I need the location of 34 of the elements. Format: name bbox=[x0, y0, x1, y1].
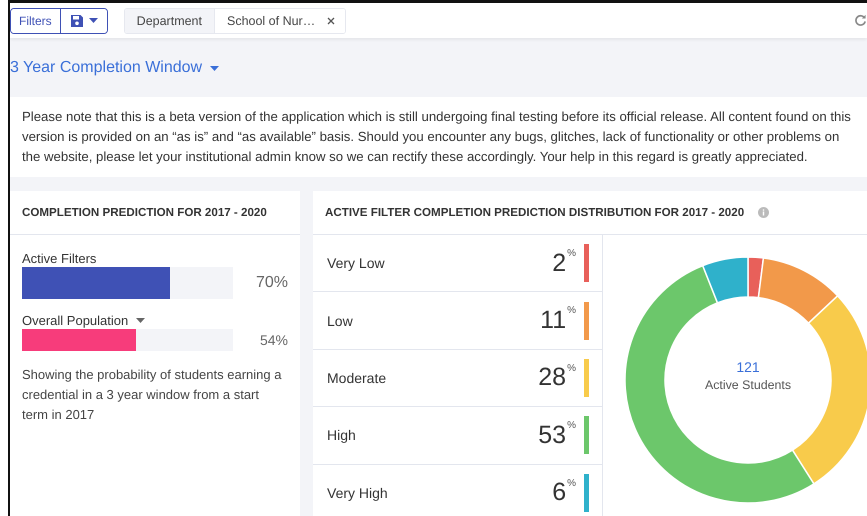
close-icon[interactable] bbox=[327, 16, 336, 24]
caret-icon bbox=[136, 318, 146, 322]
count-caption: Active Students bbox=[704, 378, 792, 392]
filters-button[interactable]: Filters bbox=[11, 8, 61, 32]
refresh-icon[interactable] bbox=[854, 14, 867, 27]
category-percentage: 2 bbox=[552, 250, 566, 276]
caret-icon bbox=[210, 66, 220, 70]
completion-window-dropdown[interactable]: 3 Year Completion Window bbox=[10, 56, 220, 80]
student-count: 121 bbox=[736, 359, 760, 375]
beta-notice: Please note that this is a beta version of the application which is still undergoing final testing before its official release. All content found on this version is provided on an “as is” and “as available” basis. Should you encounter any bugs, glitches, lack of functionality or other problems on the website, please let your institutional admin know so we can rectify these accordingly. Your help in this regard is greatly appreciated. bbox=[10, 97, 867, 177]
percent-sign: % bbox=[567, 248, 576, 259]
category-percentage: 11 bbox=[540, 308, 566, 334]
filter-label: Department bbox=[124, 8, 215, 32]
card-title: COMPLETION PREDICTION FOR 2017 - 2020 bbox=[22, 206, 267, 219]
category-percentage: 28 bbox=[538, 365, 566, 390]
category-label: Very High bbox=[327, 484, 389, 501]
percent-sign: % bbox=[567, 478, 576, 489]
category-percentage: 53 bbox=[538, 422, 566, 448]
category-label: High bbox=[327, 427, 357, 444]
percent-sign: % bbox=[567, 305, 576, 316]
category-percentage: 6 bbox=[552, 480, 566, 506]
bar-label[interactable]: Overall Population bbox=[22, 312, 128, 328]
category-label: Very Low bbox=[327, 255, 386, 272]
description-text: Showing the probability of students earning a credential in a 3 year window from a start term in 2017 bbox=[22, 366, 282, 424]
card-title: ACTIVE FILTER COMPLETION PREDICTION DISTRIBUTION FOR 2017 - 2020 bbox=[325, 206, 744, 219]
caret-icon bbox=[88, 18, 98, 23]
save-icon bbox=[70, 14, 84, 28]
category-label: Moderate bbox=[327, 370, 388, 386]
category-label: Low bbox=[327, 312, 354, 329]
percentage-reading: 70% bbox=[256, 274, 288, 292]
bar-label: Active Filters bbox=[22, 250, 96, 266]
percent-sign: % bbox=[567, 420, 576, 432]
percent-sign: % bbox=[567, 362, 576, 374]
percentage-reading: 54% bbox=[260, 332, 288, 348]
